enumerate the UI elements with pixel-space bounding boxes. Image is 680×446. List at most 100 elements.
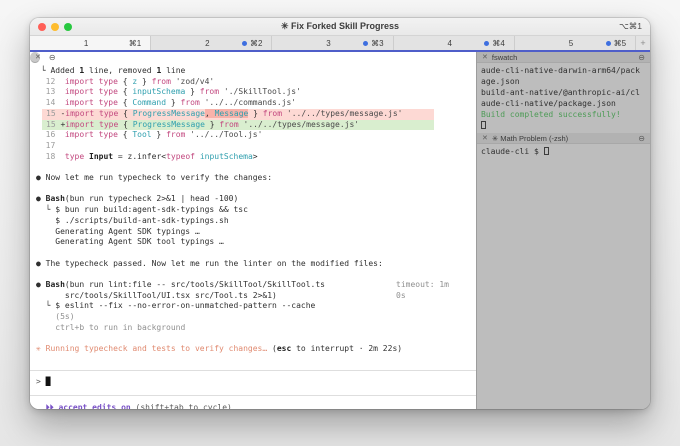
text-segment: Added — [50, 66, 79, 75]
text-segment: accept edits on — [58, 403, 130, 409]
tab-bar: 1⌘12⌘23 ⌘3 4⌘45 ⌘5 + — [30, 36, 650, 52]
terminal-line — [36, 162, 470, 173]
tab-number: 3 — [272, 39, 358, 48]
text-segment: } — [248, 109, 262, 118]
terminal-line: ● Now let me run typecheck to verify the… — [36, 173, 470, 184]
text-segment: } — [205, 120, 219, 129]
text-segment: import type — [65, 109, 118, 118]
fswatch-pane-header[interactable]: ✕ fswatch ⊖ — [477, 52, 650, 63]
collapse-pane-icon[interactable]: ⊖ — [638, 53, 645, 62]
text-segment: age.json — [481, 77, 520, 86]
tab-shortcut: ⌘1 — [116, 39, 150, 48]
tab-5[interactable]: 5 ⌘5 — [515, 36, 636, 50]
text-segment: Tool — [132, 130, 151, 139]
tab-activity-dot-icon — [242, 41, 247, 46]
text-segment: from — [181, 98, 200, 107]
block-cursor: █ — [46, 377, 51, 386]
text-segment: '../../commands.js' — [205, 98, 297, 107]
text-segment: = z.infer< — [113, 152, 166, 161]
terminal-line — [481, 120, 646, 131]
text-segment: Generating Agent SDK tool typings … — [36, 237, 224, 246]
terminal-output[interactable]: └ Added 1 line, removed 1 line 12 import… — [30, 63, 476, 409]
text-segment: import type — [65, 87, 118, 96]
text-segment: Input — [89, 152, 113, 161]
divider — [30, 395, 476, 396]
tab-shortcut-label: ⌘1 — [129, 39, 141, 48]
terminal-line: (5s) — [36, 312, 470, 323]
tab-shortcut: ⌘4 — [480, 39, 514, 48]
text-segment: Build completed successfully! — [481, 110, 621, 119]
terminal-line — [36, 184, 470, 195]
text-segment: '../../Tool.js' — [190, 130, 262, 139]
text-segment: (5s) — [36, 312, 75, 321]
text-segment: from — [219, 120, 238, 129]
text-segment: ● — [36, 280, 46, 289]
text-segment: { — [118, 120, 132, 129]
tab-shortcut-label: ⌘2 — [250, 39, 262, 48]
hollow-cursor — [481, 121, 486, 129]
tab-shortcut-label: ⌘3 — [371, 39, 383, 48]
text-segment: (shift+tab to cycle) — [131, 403, 232, 409]
text-segment: import type — [65, 120, 118, 129]
terminal-line: src/tools/SkillTool/UI.tsx src/Tool.ts 2… — [36, 291, 470, 302]
text-segment: ProgressMessage — [133, 109, 205, 118]
text-segment: 17 — [36, 141, 55, 150]
terminal-line: └ Added 1 line, removed 1 line — [36, 66, 470, 77]
terminal-line — [36, 334, 470, 345]
text-segment: type — [65, 152, 84, 161]
tab-shortcut-label: ⌘5 — [614, 39, 626, 48]
tab-3[interactable]: 3 ⌘3 — [272, 36, 393, 50]
terminal-line: ✳ Running typecheck and tests to verify … — [36, 344, 470, 355]
text-segment: { — [118, 109, 132, 118]
text-segment: (bun run typecheck 2>&1 | head -100) — [65, 194, 238, 203]
text-segment: inputSchema — [200, 152, 253, 161]
close-pane-icon[interactable]: ✕ — [482, 134, 488, 142]
close-pane-icon[interactable]: ✕ — [482, 53, 488, 61]
close-window-button[interactable] — [38, 23, 46, 31]
math-terminal-output[interactable]: claude-cli $ — [477, 144, 650, 409]
terminal-line: $ ./scripts/build-ant-sdk-typings.sh — [36, 216, 470, 227]
terminal-line: ● Bash(bun run typecheck 2>&1 | head -10… — [36, 194, 470, 205]
math-pane-title: ✳ Math Problem (-zsh) — [492, 134, 568, 143]
text-segment: { — [118, 130, 132, 139]
window-titlebar[interactable]: ✳ Fix Forked Skill Progress ⌥⌘1 — [30, 18, 650, 36]
minimize-window-button[interactable] — [51, 23, 59, 31]
close-pane-icon[interactable]: ✕ — [35, 53, 41, 61]
terminal-line: 15 -import type { ProgressMessage, Messa… — [42, 109, 434, 120]
text-segment: '../../types/message.js' — [287, 109, 403, 118]
tab-1[interactable]: 1⌘1 — [30, 36, 151, 50]
text-segment: > — [36, 377, 46, 386]
terminal-line — [36, 248, 470, 259]
tab-4[interactable]: 4⌘4 — [394, 36, 515, 50]
text-segment: aude-cli-native-darwin-arm64/pack — [481, 66, 640, 75]
text-segment: 16 — [36, 130, 65, 139]
tab-2[interactable]: 2⌘2 — [151, 36, 272, 50]
traffic-lights — [38, 23, 72, 31]
text-segment: src/tools/SkillTool/UI.tsx src/Tool.ts 2… — [36, 291, 277, 300]
terminal-line: 18 type Input = z.infer<typeof inputSche… — [36, 152, 470, 163]
right-pane-column: ✕ fswatch ⊖ aude-cli-native-darwin-arm64… — [477, 52, 650, 409]
text-segment: └ — [36, 66, 50, 75]
collapse-pane-icon[interactable]: ⊖ — [638, 134, 645, 143]
text-segment: ⏵⏵ — [36, 403, 58, 409]
text-segment: import type — [65, 77, 118, 86]
terminal-line: aude-cli-native-darwin-arm64/pack — [481, 65, 646, 76]
text-segment: └ $ eslint --fix --no-error-on-unmatched… — [36, 301, 315, 310]
text-segment: } — [166, 98, 180, 107]
math-pane-header[interactable]: ✕ ✳ Math Problem (-zsh) ⊖ — [477, 133, 650, 144]
tab-number: 5 — [515, 39, 601, 48]
tab-activity-dot-icon — [363, 41, 368, 46]
text-segment: (bun run lint:file -- src/tools/SkillToo… — [65, 280, 325, 289]
text-segment: ProgressMessage — [133, 120, 205, 129]
text-segment: import type — [65, 130, 118, 139]
left-pane-header[interactable]: ✕ ✳ Fix Forked Skill Progress (node) ⊖ — [30, 52, 40, 63]
text-segment: from — [152, 77, 171, 86]
text-segment: import type — [65, 98, 118, 107]
collapse-pane-icon[interactable]: ⊖ — [49, 53, 56, 62]
terminal-line: aude-cli-native/package.json — [481, 98, 646, 109]
text-segment: Bash — [46, 280, 65, 289]
terminal-line: 14 import type { Command } from '../../c… — [36, 98, 470, 109]
zoom-window-button[interactable] — [64, 23, 72, 31]
new-tab-button[interactable]: + — [636, 36, 650, 50]
fswatch-output[interactable]: aude-cli-native-darwin-arm64/pack age.jso… — [477, 63, 650, 133]
